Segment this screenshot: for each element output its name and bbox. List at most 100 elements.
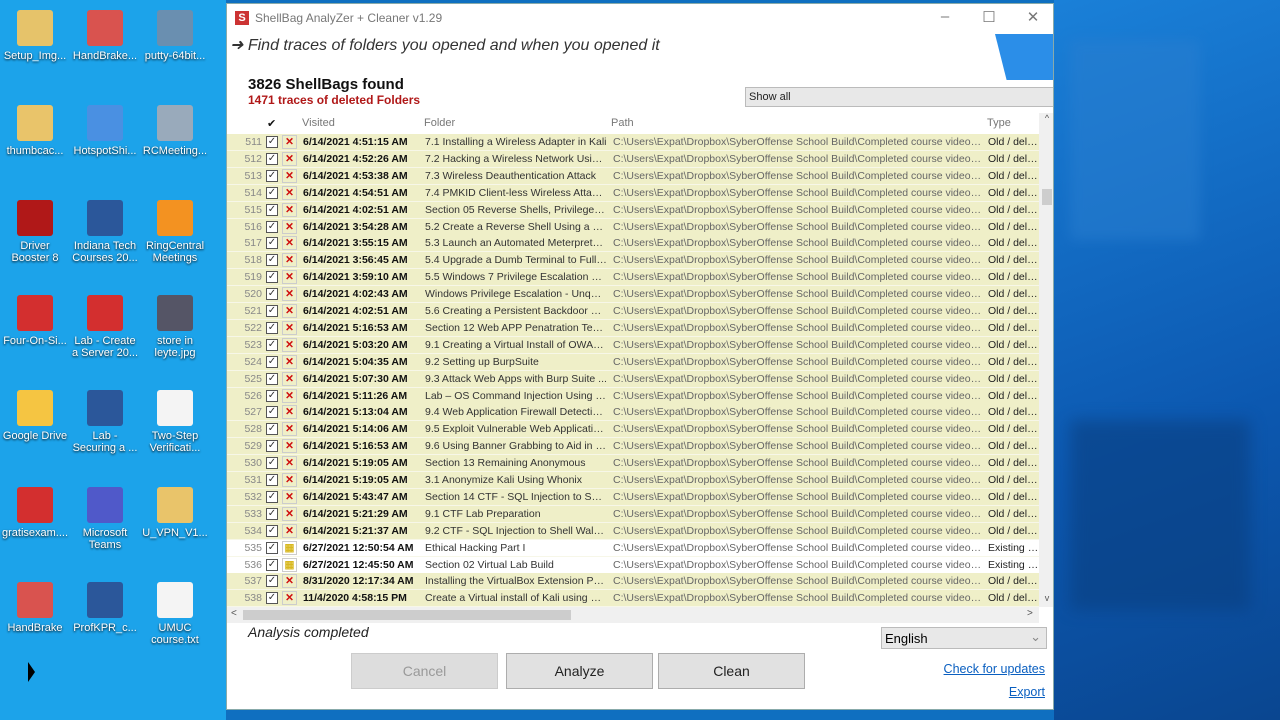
desktop-icon[interactable]: store in leyte.jpg [140,295,210,359]
header-check[interactable]: ✔ [267,117,276,130]
desktop-icon[interactable]: UMUC course.txt [140,582,210,646]
row-checkbox[interactable]: ✓ [266,541,278,554]
maximize-button[interactable]: ☐ [967,8,1011,30]
row-checkbox[interactable]: ✓ [266,558,278,571]
desktop-icon[interactable]: Lab - Create a Server 20... [70,295,140,359]
table-row[interactable]: 518 ✓ ✕ 6/14/2021 3:56:45 AM 5.4 Upgrade a D… [227,252,1039,270]
desktop-icon[interactable]: HotspotShi... [70,105,140,157]
row-checkbox[interactable]: ✓ [266,338,278,351]
scroll-up-button[interactable]: ^ [1039,113,1053,127]
export-link[interactable]: Export [1009,685,1045,699]
table-row[interactable]: 529 ✓ ✕ 6/14/2021 5:16:53 AM 9.6 Using Banne… [227,438,1039,456]
table-row[interactable]: 536 ✓ ▦ 6/27/2021 12:45:50 AM Section 02 Vir… [227,556,1039,574]
desktop-icon[interactable]: thumbcac... [0,105,70,157]
row-checkbox[interactable]: ✓ [266,169,278,182]
language-dropdown[interactable]: English ⌄ [881,627,1047,649]
vertical-scroll-thumb[interactable] [1042,189,1052,205]
desktop-icon[interactable]: Indiana Tech Courses 20... [70,200,140,264]
vertical-scrollbar[interactable]: ^ v [1039,113,1053,607]
row-checkbox[interactable]: ✓ [266,305,278,317]
table-row[interactable]: 533 ✓ ✕ 6/14/2021 5:21:29 AM 9.1 CTF Lab Pre… [227,505,1039,523]
table-row[interactable]: 534 ✓ ✕ 6/14/2021 5:21:37 AM 9.2 CTF - SQL I… [227,522,1039,540]
desktop-icon[interactable]: putty-64bit... [140,10,210,62]
header-folder[interactable]: Folder [424,117,455,129]
cancel-button[interactable]: Cancel [351,653,498,689]
desktop-icon[interactable]: HandBrake... [70,10,140,62]
table-row[interactable]: 523 ✓ ✕ 6/14/2021 5:03:20 AM 9.1 Creating a … [227,336,1039,354]
row-checkbox[interactable]: ✓ [266,524,278,537]
desktop-icon[interactable]: Two-Step Verificati... [140,390,210,454]
row-checkbox[interactable]: ✓ [266,203,278,216]
table-row[interactable]: 511 ✓ ✕ 6/14/2021 4:51:15 AM 7.1 Installing … [227,134,1039,151]
table-row[interactable]: 515 ✓ ✕ 6/14/2021 4:02:51 AM Section 05 Reve… [227,201,1039,219]
row-checkbox[interactable]: ✓ [266,372,278,385]
table-row[interactable]: 530 ✓ ✕ 6/14/2021 5:19:05 AM Section 13 Rema… [227,455,1039,473]
row-checkbox[interactable]: ✓ [266,321,278,334]
row-checkbox[interactable]: ✓ [266,220,278,233]
row-checkbox[interactable]: ✓ [266,406,278,419]
table-row[interactable]: 512 ✓ ✕ 6/14/2021 4:52:26 AM 7.2 Hacking a W… [227,150,1039,168]
row-checkbox[interactable]: ✓ [266,254,278,267]
desktop-icon[interactable]: Microsoft Teams [70,487,140,551]
horizontal-scroll-thumb[interactable] [243,610,571,620]
check-updates-link[interactable]: Check for updates [944,662,1045,676]
close-button[interactable]: ✕ [1011,8,1053,30]
row-checkbox[interactable]: ✓ [266,474,278,486]
row-checkbox[interactable]: ✓ [266,423,278,436]
desktop-icon[interactable]: HandBrake [0,582,70,634]
desktop-icon[interactable]: U_VPN_V1... [140,487,210,539]
table-row[interactable]: 527 ✓ ✕ 6/14/2021 5:13:04 AM 9.4 Web Applica… [227,404,1039,422]
desktop-icon[interactable]: Google Drive [0,390,70,442]
table-row[interactable]: 524 ✓ ✕ 6/14/2021 5:04:35 AM 9.2 Setting up … [227,353,1039,371]
table-row[interactable]: 516 ✓ ✕ 6/14/2021 3:54:28 AM 5.2 Create a Re… [227,218,1039,236]
row-checkbox[interactable]: ✓ [266,440,278,453]
header-visited[interactable]: Visited [302,117,335,129]
header-path[interactable]: Path [611,117,634,129]
row-checkbox[interactable]: ✓ [266,237,278,250]
row-checkbox[interactable]: ✓ [266,136,278,148]
table-row[interactable]: 519 ✓ ✕ 6/14/2021 3:59:10 AM 5.5 Windows 7 P… [227,269,1039,287]
row-checkbox[interactable]: ✓ [266,575,278,588]
desktop-icon[interactable]: Driver Booster 8 [0,200,70,264]
row-checkbox[interactable]: ✓ [266,457,278,470]
table-row[interactable]: 537 ✓ ✕ 8/31/2020 12:17:34 AM Installing the… [227,573,1039,591]
table-row[interactable]: 513 ✓ ✕ 6/14/2021 4:53:38 AM 7.3 Wireless De… [227,167,1039,185]
row-checkbox[interactable]: ✓ [266,592,278,605]
table-row[interactable]: 531 ✓ ✕ 6/14/2021 5:19:05 AM 3.1 Anonymize K… [227,472,1039,489]
table-row[interactable]: 535 ✓ ▦ 6/27/2021 12:50:54 AM Ethical Hackin… [227,539,1039,557]
desktop-icon[interactable]: gratisexam.... [0,487,70,539]
scroll-right-button[interactable]: > [1027,608,1033,619]
minimize-button[interactable]: – [923,8,967,30]
clean-button[interactable]: Clean [658,653,805,689]
row-checkbox[interactable]: ✓ [266,355,278,368]
row-checkbox[interactable]: ✓ [266,186,278,199]
desktop-icon[interactable]: RCMeeting... [140,105,210,157]
row-checkbox[interactable]: ✓ [266,271,278,284]
desktop-icon[interactable]: Four-On-Si... [0,295,70,347]
table-row[interactable]: 514 ✓ ✕ 6/14/2021 4:54:51 AM 7.4 PMKID Clien… [227,184,1039,202]
table-row[interactable]: 538 ✓ ✕ 11/4/2020 4:58:15 PM Create a Virtua… [227,590,1039,607]
table-row[interactable]: 526 ✓ ✕ 6/14/2021 5:11:26 AM Lab – OS Comman… [227,387,1039,405]
desktop-icon[interactable]: RingCentral Meetings [140,200,210,264]
table-row[interactable]: 520 ✓ ✕ 6/14/2021 4:02:43 AM Windows Privile… [227,286,1039,304]
filter-dropdown[interactable]: Show all [745,87,1053,107]
table-row[interactable]: 517 ✓ ✕ 6/14/2021 3:55:15 AM 5.3 Launch an A… [227,235,1039,253]
table-row[interactable]: 521 ✓ ✕ 6/14/2021 4:02:51 AM 5.6 Creating a … [227,303,1039,320]
table-row[interactable]: 525 ✓ ✕ 6/14/2021 5:07:30 AM 9.3 Attack Web … [227,370,1039,388]
row-checkbox[interactable]: ✓ [266,507,278,520]
scroll-left-button[interactable]: < [231,608,237,619]
analyze-button[interactable]: Analyze [506,653,653,689]
table-row[interactable]: 522 ✓ ✕ 6/14/2021 5:16:53 AM Section 12 Web … [227,319,1039,337]
row-checkbox[interactable]: ✓ [266,152,278,165]
desktop-icon[interactable]: Setup_Img... [0,10,70,62]
row-checkbox[interactable]: ✓ [266,288,278,301]
desktop-icon[interactable]: ProfKPR_c... [70,582,140,634]
horizontal-scrollbar[interactable]: < > [227,607,1039,623]
table-row[interactable]: 528 ✓ ✕ 6/14/2021 5:14:06 AM 9.5 Exploit Vul… [227,421,1039,439]
row-checkbox[interactable]: ✓ [266,490,278,503]
scroll-down-button[interactable]: v [1039,593,1053,607]
desktop-icon[interactable]: Lab - Securing a ... [70,390,140,454]
header-type[interactable]: Type [987,117,1011,129]
row-checkbox[interactable]: ✓ [266,389,278,402]
table-row[interactable]: 532 ✓ ✕ 6/14/2021 5:43:47 AM Section 14 CTF … [227,488,1039,506]
